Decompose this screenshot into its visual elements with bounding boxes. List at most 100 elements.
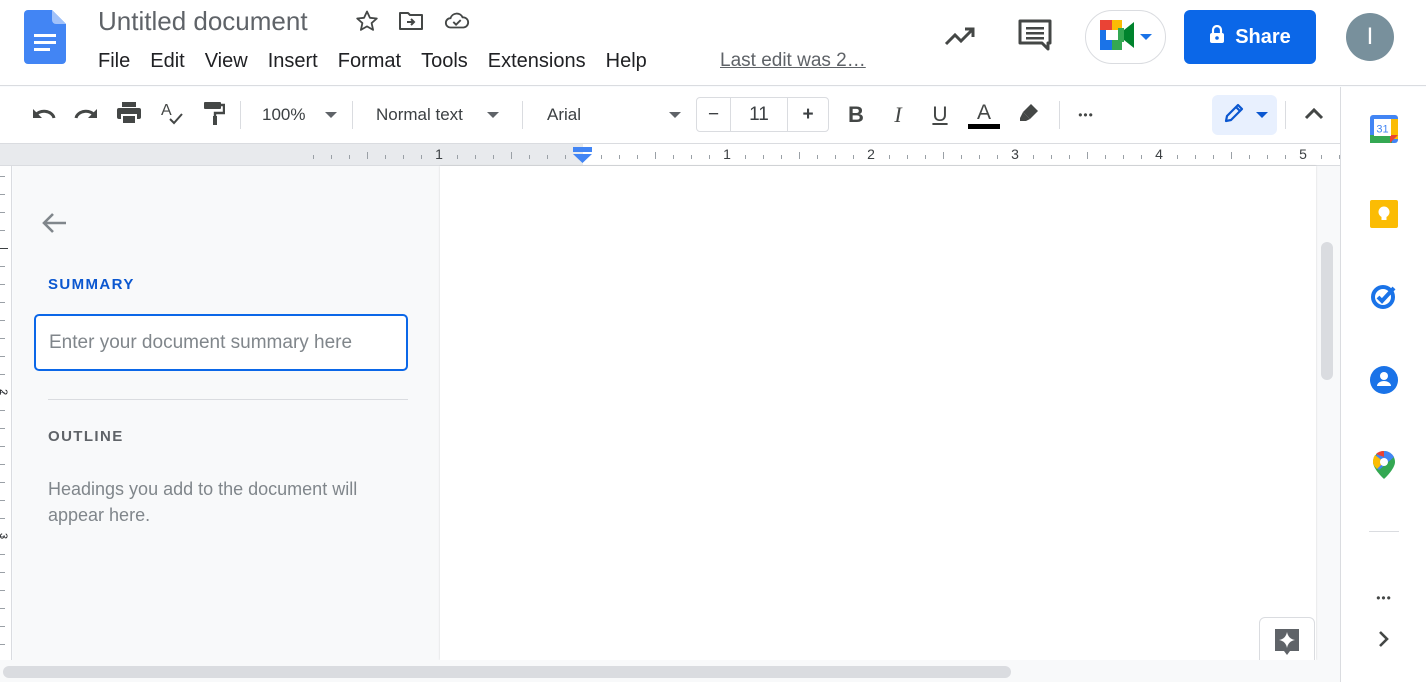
menu-file[interactable]: File [88, 48, 140, 74]
spellcheck-icon: A [159, 100, 185, 131]
chevron-down-icon [669, 112, 681, 118]
cloud-saved-icon[interactable] [444, 8, 470, 34]
ruler-tick [331, 155, 332, 159]
ruler-tick [1141, 155, 1142, 159]
menu-format[interactable]: Format [328, 48, 411, 74]
docs-logo-icon[interactable] [24, 10, 66, 64]
avatar[interactable]: I [1346, 13, 1394, 61]
highlight-button[interactable] [1013, 99, 1045, 131]
vertical-scrollbar[interactable] [1321, 242, 1333, 380]
print-button[interactable] [113, 99, 145, 131]
vertical-ruler[interactable]: 2 3 [0, 166, 12, 660]
calendar-icon[interactable]: 31 [1369, 114, 1399, 144]
undo-button[interactable] [28, 99, 60, 131]
svg-text:31: 31 [1376, 124, 1388, 136]
vertical-ruler-tick [0, 248, 8, 249]
expand-side-panel-button[interactable] [1369, 626, 1399, 656]
menu-bar: File Edit View Insert Format Tools Exten… [88, 48, 657, 74]
editing-mode-button[interactable] [1212, 95, 1277, 135]
vertical-ruler-tick [0, 320, 5, 321]
ruler-tick [1033, 155, 1034, 159]
ruler-tick [889, 155, 890, 159]
font-select[interactable]: Arial [547, 99, 681, 131]
ruler-tick [313, 155, 314, 159]
ruler-label: 1 [435, 146, 443, 162]
contacts-icon[interactable] [1369, 365, 1399, 395]
ruler-tick [1213, 155, 1214, 159]
bold-button[interactable]: B [840, 99, 872, 131]
summary-heading: SUMMARY [48, 276, 135, 293]
more-apps-button[interactable]: ••• [1369, 583, 1399, 613]
ruler-tick [511, 152, 512, 159]
ruler-tick [1249, 155, 1250, 159]
ruler-label: 1 [723, 146, 731, 162]
menu-help[interactable]: Help [596, 48, 657, 74]
chevron-up-icon [1304, 106, 1324, 125]
font-size-input[interactable]: 11 [731, 98, 788, 131]
formatting-toolbar: A 100% Normal text Arial − 11 + B I U A … [0, 87, 1340, 143]
vertical-ruler-tick [0, 518, 5, 519]
tasks-icon[interactable] [1369, 281, 1399, 311]
summary-input[interactable] [34, 314, 408, 371]
document-page[interactable] [440, 166, 1316, 660]
chevron-down-icon [325, 112, 337, 118]
trending-up-icon[interactable] [940, 20, 980, 52]
underline-button[interactable]: U [924, 99, 956, 131]
outline-heading: OUTLINE [48, 428, 124, 445]
vertical-ruler-label: 2 [0, 389, 9, 395]
menu-tools[interactable]: Tools [411, 48, 478, 74]
toolbar-divider [522, 101, 523, 129]
ruler-label: 4 [1155, 146, 1163, 162]
ruler-label: 3 [1011, 146, 1019, 162]
spellcheck-button[interactable]: A [156, 99, 188, 131]
svg-text:A: A [161, 102, 172, 119]
text-color-button[interactable]: A [968, 99, 1000, 131]
share-button[interactable]: Share [1184, 10, 1316, 64]
text-color-letter: A [977, 102, 991, 124]
horizontal-ruler[interactable]: 112345 [0, 143, 1340, 166]
keep-icon[interactable] [1369, 199, 1399, 229]
panel-divider [48, 399, 408, 400]
ruler-tick [979, 155, 980, 159]
zoom-value: 100% [262, 105, 305, 125]
more-options-button[interactable]: ••• [1070, 99, 1102, 131]
move-to-folder-icon[interactable] [398, 8, 424, 34]
menu-view[interactable]: View [195, 48, 258, 74]
ruler-tick [367, 152, 368, 159]
toolbar-divider [352, 101, 353, 129]
menu-extensions[interactable]: Extensions [478, 48, 596, 74]
document-title[interactable]: Untitled document [98, 6, 308, 37]
ruler-tick [655, 152, 656, 159]
increase-font-size-button[interactable]: + [788, 98, 828, 131]
vertical-ruler-tick [0, 194, 5, 195]
meet-button[interactable] [1085, 10, 1166, 64]
italic-button[interactable]: I [882, 99, 914, 131]
decrease-font-size-button[interactable]: − [697, 98, 731, 131]
horizontal-scrollbar[interactable] [3, 666, 1011, 678]
ruler-tick [421, 155, 422, 159]
indent-marker[interactable] [573, 147, 592, 165]
menu-insert[interactable]: Insert [258, 48, 328, 74]
vertical-ruler-tick [0, 410, 5, 411]
menu-edit[interactable]: Edit [140, 48, 194, 74]
maps-icon[interactable] [1369, 450, 1399, 480]
ruler-tick [1069, 155, 1070, 159]
ruler-tick [1105, 155, 1106, 159]
vertical-ruler-tick [0, 590, 5, 591]
star-icon[interactable] [354, 8, 380, 34]
close-outline-button[interactable] [39, 210, 69, 240]
ruler-tick [475, 155, 476, 159]
ruler-tick [403, 155, 404, 159]
ruler-tick [1321, 155, 1322, 159]
paint-format-button[interactable] [198, 99, 230, 131]
paragraph-style-select[interactable]: Normal text [376, 99, 510, 131]
comment-icon[interactable] [1016, 18, 1056, 52]
ruler-tick [1177, 155, 1178, 159]
ruler-tick [619, 155, 620, 159]
collapse-menus-button[interactable] [1298, 99, 1330, 131]
ruler-tick [853, 155, 854, 159]
last-edit-link[interactable]: Last edit was 2… [720, 48, 866, 74]
redo-button[interactable] [70, 99, 102, 131]
ruler-label: 5 [1299, 146, 1307, 162]
zoom-select[interactable]: 100% [262, 99, 342, 131]
